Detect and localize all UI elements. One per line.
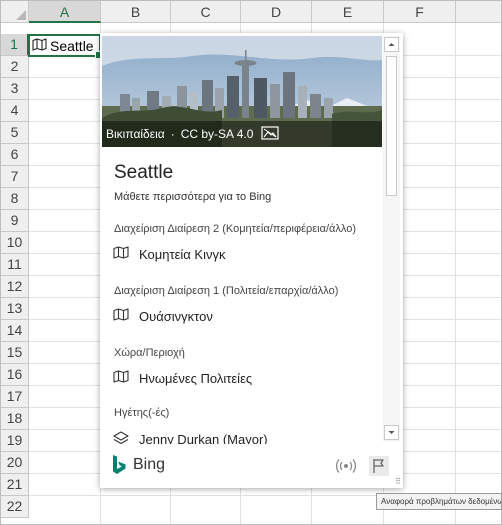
column-header-g-partial[interactable]: [456, 1, 501, 23]
image-license-link[interactable]: CC by-SA 4.0: [181, 127, 254, 141]
bing-b-icon: [113, 455, 126, 474]
column-header-b[interactable]: B: [101, 1, 171, 23]
row-header-4[interactable]: 4: [1, 100, 29, 122]
section-value-admin-division-1[interactable]: Ουάσινγκτον: [113, 308, 213, 324]
row-header-21[interactable]: 21: [1, 474, 29, 496]
row-header-3[interactable]: 3: [1, 78, 29, 100]
row-header-2[interactable]: 2: [1, 56, 29, 78]
select-all-corner[interactable]: [1, 1, 29, 23]
section-value-admin-division-2[interactable]: Κομητεία Κινγκ: [113, 246, 225, 262]
row-header-14[interactable]: 14: [1, 320, 29, 342]
section-value-text: Ουάσινγκτον: [139, 308, 213, 324]
row-header-9[interactable]: 9: [1, 210, 29, 232]
column-header-a[interactable]: A: [29, 1, 101, 23]
section-value-text: Ηνωμένες Πολιτείες: [139, 370, 253, 386]
footer-actions: [323, 456, 389, 481]
map-icon[interactable]: [32, 38, 50, 54]
column-header-c[interactable]: C: [171, 1, 241, 23]
bing-logo[interactable]: Bing: [112, 454, 165, 476]
section-value-country-region[interactable]: Ηνωμένες Πολιτείες: [113, 370, 252, 386]
card-footer: Bing ⠿: [100, 444, 403, 488]
scroll-thumb[interactable]: [386, 56, 397, 196]
chevron-up-icon: [388, 43, 395, 46]
data-type-card: Βικιπαίδεια · CC by-SA 4.0 Seattle Μάθετ…: [100, 33, 403, 488]
scroll-up-button[interactable]: [384, 37, 399, 52]
row-header-8[interactable]: 8: [1, 188, 29, 210]
row-header-17[interactable]: 17: [1, 386, 29, 408]
section-label-admin-division-2: Διαχείριση Διαίρεση 2 (Κομητεία/περιφέρε…: [114, 223, 356, 235]
map-icon[interactable]: [113, 246, 139, 262]
row-header-22[interactable]: 22: [1, 496, 29, 518]
photo-attribution: Βικιπαίδεια · CC by-SA 4.0: [102, 121, 382, 147]
row-header-12[interactable]: 12: [1, 276, 29, 298]
learn-more-link[interactable]: Μάθετε περισσότερα για το Bing: [114, 191, 376, 203]
cell-a1-value: Seattle: [50, 38, 94, 54]
row-header-19[interactable]: 19: [1, 430, 29, 452]
row-header-10[interactable]: 10: [1, 232, 29, 254]
flag-icon[interactable]: [369, 456, 389, 481]
row-header-15[interactable]: 15: [1, 342, 29, 364]
section-label-leader: Ηγέτης(-ές): [114, 407, 170, 419]
row-header-13[interactable]: 13: [1, 298, 29, 320]
bing-label: Bing: [133, 456, 166, 473]
section-label-country-region: Χώρα/Περιοχή: [114, 347, 185, 359]
row-header-20[interactable]: 20: [1, 452, 29, 474]
row-header-6[interactable]: 6: [1, 144, 29, 166]
image-icon[interactable]: [261, 125, 279, 143]
column-header-e[interactable]: E: [312, 1, 384, 23]
image-source-link[interactable]: Βικιπαίδεια: [106, 127, 165, 141]
map-icon[interactable]: [113, 370, 139, 386]
city-photo[interactable]: Βικιπαίδεια · CC by-SA 4.0: [102, 36, 382, 147]
chevron-down-icon: [388, 431, 395, 434]
row-header-7[interactable]: 7: [1, 166, 29, 188]
column-header-f[interactable]: F: [384, 1, 456, 23]
card-content: Seattle Μάθετε περισσότερα για το Bing: [114, 161, 376, 203]
column-header-d[interactable]: D: [241, 1, 312, 23]
scroll-down-button[interactable]: [384, 425, 399, 440]
map-icon[interactable]: [113, 308, 139, 324]
row-header-16[interactable]: 16: [1, 364, 29, 386]
row-header-1[interactable]: 1: [1, 34, 29, 56]
row-header-18[interactable]: 18: [1, 408, 29, 430]
cell-a1-content[interactable]: Seattle: [32, 36, 94, 56]
report-data-issue-tooltip: Αναφορά προβλημάτων δεδομένων: [376, 493, 502, 510]
caption-separator: ·: [170, 127, 175, 141]
row-header-11[interactable]: 11: [1, 254, 29, 276]
section-value-text: Κομητεία Κινγκ: [139, 246, 226, 262]
section-label-admin-division-1: Διαχείριση Διαίρεση 1 (Πολιτεία/επαρχία/…: [114, 285, 339, 297]
card-scrollbar[interactable]: [383, 36, 400, 442]
card-title: Seattle: [114, 162, 174, 183]
signal-icon[interactable]: [335, 458, 357, 479]
row-header-5[interactable]: 5: [1, 122, 29, 144]
resize-grip-icon[interactable]: ⠿: [395, 477, 401, 486]
